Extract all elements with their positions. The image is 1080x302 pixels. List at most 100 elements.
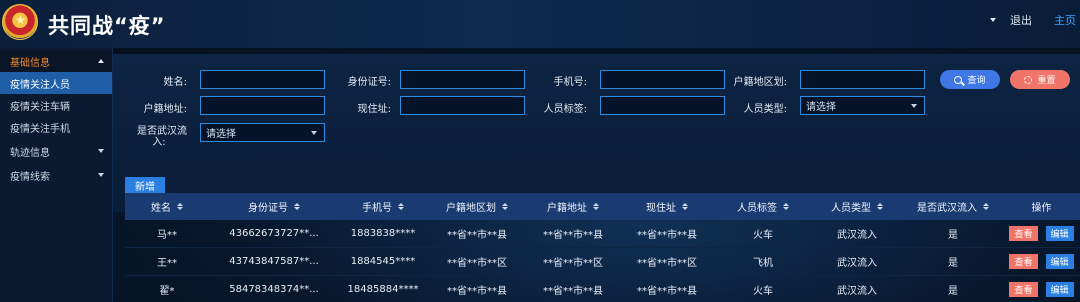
column-header[interactable]: 现住址 bbox=[619, 199, 715, 214]
table-cell: 是 bbox=[948, 230, 958, 241]
name-input[interactable] bbox=[200, 70, 325, 89]
table-cell: **省**市**县 bbox=[543, 230, 603, 241]
sort-icon[interactable] bbox=[682, 203, 688, 210]
current-address-input[interactable] bbox=[400, 96, 525, 115]
table-cell: 是 bbox=[948, 286, 958, 297]
person-type-value: 请选择 bbox=[806, 102, 836, 113]
sort-icon[interactable] bbox=[877, 203, 883, 210]
table-cell: 武汉流入 bbox=[837, 286, 877, 297]
id-label: 身份证号: bbox=[347, 77, 391, 88]
sidebar-item-phones[interactable]: 疫情关注手机 bbox=[0, 116, 112, 138]
table-cell: **省**市**区 bbox=[447, 258, 507, 269]
column-header-label: 人员类型 bbox=[831, 203, 871, 214]
id-number-input[interactable] bbox=[400, 70, 525, 89]
person-type-label: 人员类型: bbox=[743, 104, 787, 115]
table-cell: 武汉流入 bbox=[837, 230, 877, 241]
table-cell: 1884545**** bbox=[350, 256, 416, 267]
column-header-label: 现住址 bbox=[646, 203, 676, 214]
column-header-label: 是否武汉流入 bbox=[917, 203, 977, 214]
column-header[interactable]: 人员类型 bbox=[811, 199, 903, 214]
view-button[interactable]: 查看 bbox=[1009, 226, 1038, 241]
table-cell: 火车 bbox=[753, 286, 773, 297]
table-cell: **省**市**县 bbox=[543, 286, 603, 297]
query-button[interactable]: 查询 bbox=[940, 70, 1000, 89]
table-cell: 武汉流入 bbox=[837, 258, 877, 269]
sidebar-group-clues[interactable]: 疫情线索 bbox=[0, 164, 112, 186]
user-dropdown-caret-icon[interactable] bbox=[990, 18, 996, 22]
top-header: 共同战“疫” 退出 主页 bbox=[0, 0, 1080, 48]
sidebar-item-vehicles[interactable]: 疫情关注车辆 bbox=[0, 94, 112, 116]
sidebar-item-label: 疫情关注车辆 bbox=[10, 101, 70, 113]
table-cell: 王** bbox=[157, 258, 177, 269]
main-content: 姓名: 身份证号: 手机号: 户籍地区划: 查询 重置 户籍地址: 现住址: 人… bbox=[113, 48, 1080, 302]
wuhan-value: 请选择 bbox=[206, 129, 236, 140]
app-title: 共同战“疫” bbox=[48, 14, 166, 38]
reset-button[interactable]: 重置 bbox=[1010, 70, 1070, 89]
sort-icon[interactable] bbox=[983, 203, 989, 210]
column-header: 操作 bbox=[1003, 199, 1080, 214]
column-header[interactable]: 户籍地址 bbox=[527, 199, 619, 214]
sidebar-group-label: 轨迹信息 bbox=[10, 147, 50, 159]
query-button-label: 查询 bbox=[967, 76, 986, 86]
tag-input[interactable] bbox=[600, 96, 725, 115]
row-actions: 查看 编辑 bbox=[1003, 282, 1080, 297]
sidebar-group-basic-info[interactable]: 基础信息 bbox=[0, 50, 112, 72]
column-header-label: 姓名 bbox=[151, 203, 171, 214]
sidebar-item-persons[interactable]: 疫情关注人员 bbox=[0, 72, 112, 94]
table-cell: **省**市**区 bbox=[637, 258, 697, 269]
wuhan-select[interactable]: 请选择 bbox=[200, 123, 325, 142]
table-cell: **省**市**县 bbox=[447, 286, 507, 297]
table-cell: 火车 bbox=[753, 230, 773, 241]
row-actions: 查看 编辑 bbox=[1003, 226, 1080, 241]
table-cell: 43662673727**... bbox=[229, 228, 319, 239]
phone-input[interactable] bbox=[600, 70, 725, 89]
reset-button-label: 重置 bbox=[1037, 76, 1056, 86]
person-type-select[interactable]: 请选择 bbox=[800, 96, 925, 115]
column-header-label: 户籍地址 bbox=[547, 203, 587, 214]
table-row: 翟* 58478348374**... 18485884**** **省**市**县 *… bbox=[125, 276, 1080, 302]
table-row: 王** 43743847587**... 1884545**** **省**市**区 *… bbox=[125, 248, 1080, 276]
address-input[interactable] bbox=[200, 96, 325, 115]
view-button[interactable]: 查看 bbox=[1009, 254, 1038, 269]
table-cell: 飞机 bbox=[753, 258, 773, 269]
name-label: 姓名: bbox=[163, 77, 187, 88]
region-input[interactable] bbox=[800, 70, 925, 89]
chevron-down-icon bbox=[311, 130, 317, 135]
chevron-down-icon bbox=[98, 173, 104, 177]
sidebar: 基础信息 疫情关注人员 疫情关注车辆 疫情关注手机 轨迹信息 疫情线索 bbox=[0, 48, 113, 302]
column-header[interactable]: 姓名 bbox=[125, 199, 209, 214]
column-header[interactable]: 身份证号 bbox=[209, 199, 339, 214]
sidebar-item-label: 疫情关注手机 bbox=[10, 123, 70, 135]
home-link[interactable]: 主页 bbox=[1054, 12, 1076, 28]
sidebar-group-tracks[interactable]: 轨迹信息 bbox=[0, 140, 112, 162]
edit-button[interactable]: 编辑 bbox=[1045, 226, 1074, 241]
table-cell: **省**市**县 bbox=[447, 230, 507, 241]
table-cell: 58478348374**... bbox=[229, 284, 319, 295]
column-header[interactable]: 是否武汉流入 bbox=[903, 199, 1003, 214]
logout-link[interactable]: 退出 bbox=[1010, 12, 1032, 28]
view-button[interactable]: 查看 bbox=[1009, 282, 1038, 297]
column-header-label: 操作 bbox=[1031, 203, 1052, 214]
sort-icon[interactable] bbox=[593, 203, 599, 210]
row-actions: 查看 编辑 bbox=[1003, 254, 1080, 269]
column-header-label: 身份证号 bbox=[248, 203, 288, 214]
table-body: 马** 43662673727**... 1883838**** **省**市**县 *… bbox=[125, 220, 1080, 302]
wuhan-label-line2: 入: bbox=[152, 137, 166, 148]
gear-icon bbox=[1024, 75, 1033, 84]
sort-icon[interactable] bbox=[502, 203, 508, 210]
column-header[interactable]: 人员标签 bbox=[715, 199, 811, 214]
table-cell: 1883838**** bbox=[350, 228, 416, 239]
column-header[interactable]: 手机号 bbox=[339, 199, 427, 214]
chevron-down-icon bbox=[98, 149, 104, 153]
sort-icon[interactable] bbox=[177, 203, 183, 210]
table-cell: 马** bbox=[157, 230, 177, 241]
sort-icon[interactable] bbox=[294, 203, 300, 210]
column-header[interactable]: 户籍地区划 bbox=[427, 199, 527, 214]
sort-icon[interactable] bbox=[783, 203, 789, 210]
edit-button[interactable]: 编辑 bbox=[1045, 254, 1074, 269]
table-header: 姓名 身份证号 手机号 户籍地区划 户籍地址 现住址 人员标签 人员类型 是否武汉流入 操作 bbox=[125, 193, 1080, 220]
phone-label: 手机号: bbox=[553, 77, 587, 88]
sort-icon[interactable] bbox=[398, 203, 404, 210]
edit-button[interactable]: 编辑 bbox=[1045, 282, 1074, 297]
add-button[interactable]: 新增 bbox=[125, 177, 165, 193]
